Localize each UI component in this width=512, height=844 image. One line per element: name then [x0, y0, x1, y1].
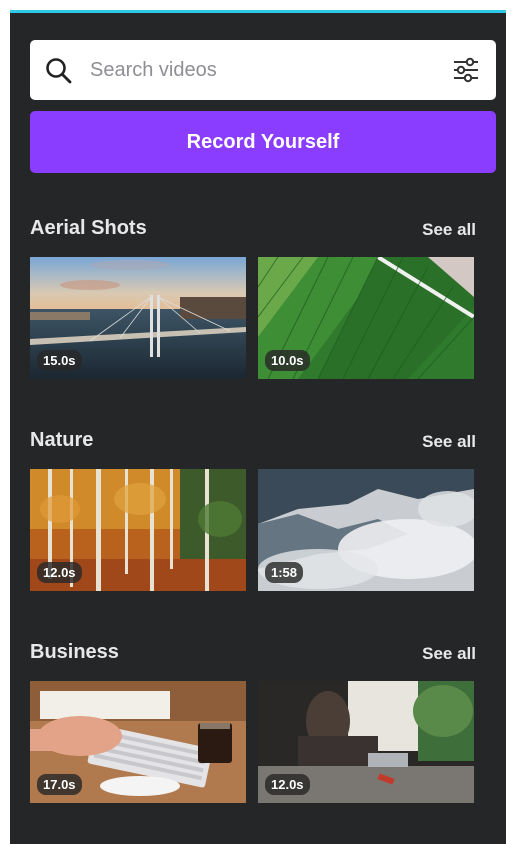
see-all-aerial-shots[interactable]: See all	[422, 220, 476, 240]
video-panel: Search videos Record Yourself Aerial Sho…	[10, 10, 506, 844]
section-title-nature: Nature	[30, 429, 94, 451]
see-all-business[interactable]: See all	[422, 644, 476, 664]
search-input[interactable]: Search videos	[90, 59, 217, 82]
video-thumbnail-office-laptop[interactable]: 12.0s	[258, 681, 474, 803]
video-duration: 12.0s	[265, 774, 310, 795]
search-icon	[46, 58, 72, 84]
video-thumbnail-typing-keyboard[interactable]: 17.0s	[30, 681, 246, 803]
section-title-business: Business	[30, 641, 119, 663]
search-bar[interactable]: Search videos	[30, 40, 496, 100]
video-thumbnail-autumn-forest[interactable]: 12.0s	[30, 469, 246, 591]
video-thumbnail-bridge-aerial[interactable]: 15.0s	[30, 257, 246, 379]
sliders-icon[interactable]	[450, 54, 482, 86]
video-duration: 1:58	[265, 562, 304, 583]
video-duration: 15.0s	[37, 350, 82, 371]
video-thumbnail-field-aerial[interactable]: 10.0s	[258, 257, 474, 379]
video-thumbnail-misty-forest[interactable]: 1:58	[258, 469, 474, 591]
video-duration: 17.0s	[37, 774, 82, 795]
video-duration: 10.0s	[265, 350, 310, 371]
see-all-nature[interactable]: See all	[422, 432, 476, 452]
video-duration: 12.0s	[37, 562, 82, 583]
section-title-aerial-shots: Aerial Shots	[30, 217, 147, 239]
record-yourself-button[interactable]: Record Yourself	[30, 111, 496, 173]
